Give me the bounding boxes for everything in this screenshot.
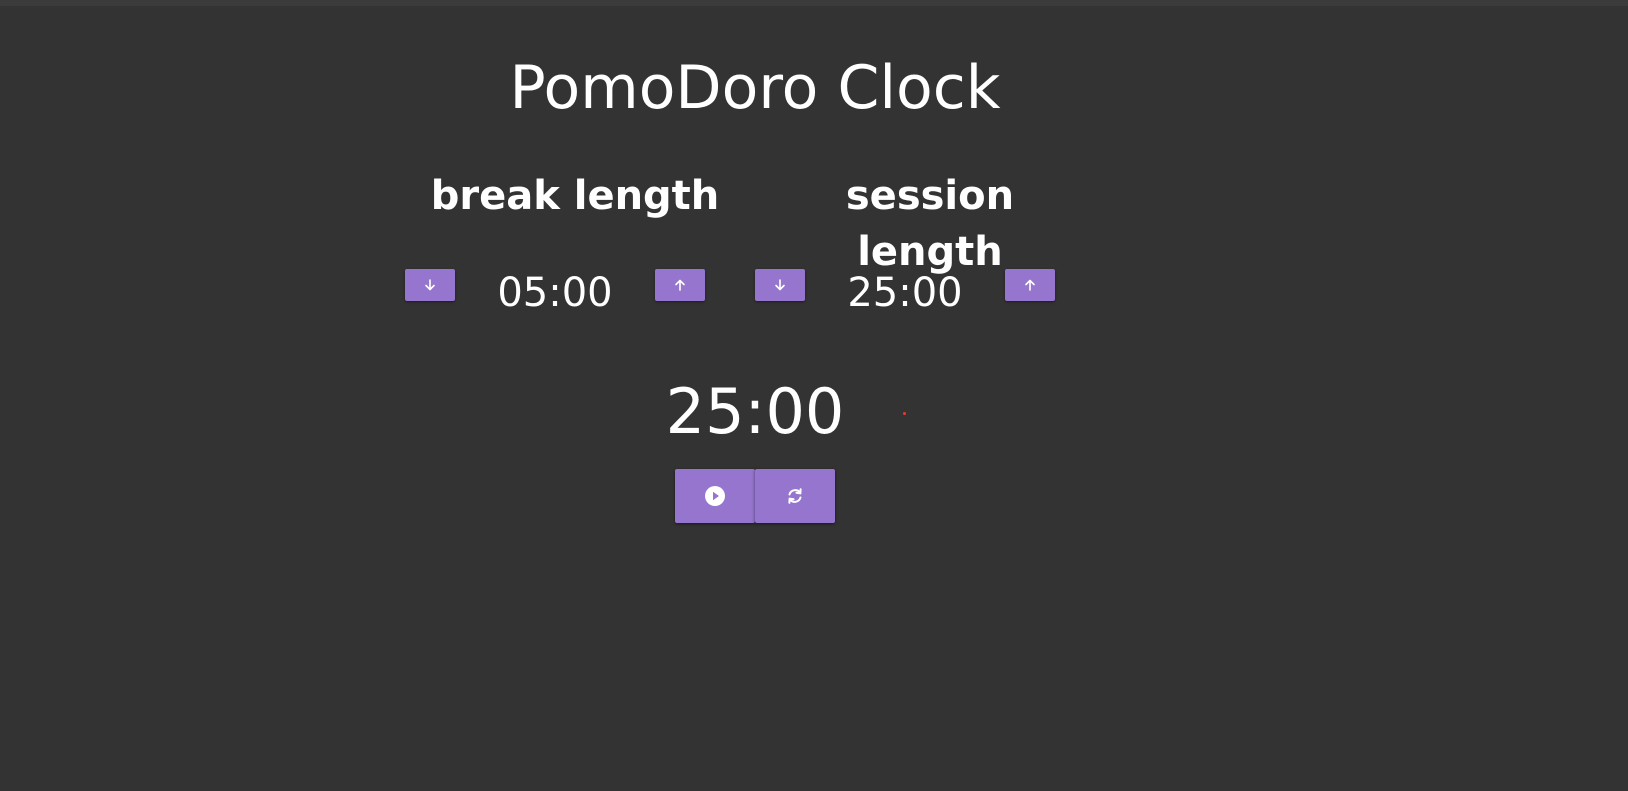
timer-display: 25:00 (665, 375, 845, 448)
reset-button[interactable] (755, 469, 835, 523)
session-decrease-button[interactable] (755, 269, 805, 301)
break-length-label: break length (430, 173, 720, 219)
refresh-icon (784, 485, 806, 507)
arrow-down-icon (423, 278, 437, 292)
pomodoro-page: PomoDoro Clock break length session leng… (0, 0, 1628, 791)
break-decrease-button[interactable] (405, 269, 455, 301)
arrow-up-icon (673, 278, 687, 292)
session-increase-button[interactable] (1005, 269, 1055, 301)
break-length-value: 05:00 (497, 270, 613, 316)
break-increase-button[interactable] (655, 269, 705, 301)
top-bar (0, 0, 1628, 6)
arrow-down-icon (773, 278, 787, 292)
page-title: PomoDoro Clock (509, 53, 1001, 123)
start-button[interactable] (675, 469, 755, 523)
status-indicator-dot (903, 412, 906, 415)
session-length-value: 25:00 (847, 270, 963, 316)
play-circle-icon (704, 485, 726, 507)
arrow-up-icon (1023, 278, 1037, 292)
